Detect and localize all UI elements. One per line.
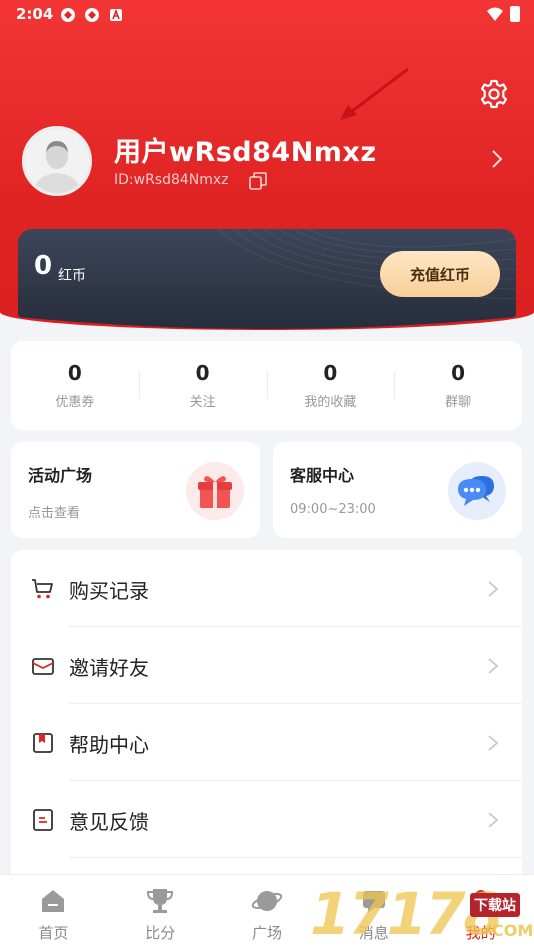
menu-label: 购买记录 <box>69 579 149 603</box>
stat-group-chats[interactable]: 0 群聊 <box>394 341 522 430</box>
watermark-suffix: COM <box>492 921 534 940</box>
promo-title: 活动广场 <box>28 466 93 485</box>
chevron-right-icon <box>488 581 499 597</box>
battery-icon <box>510 6 520 22</box>
tab-label: 比分 <box>145 924 176 942</box>
wallet-balance: 0 <box>34 251 53 281</box>
divider <box>69 857 522 858</box>
stat-label: 关注 <box>189 395 216 410</box>
wifi-icon <box>487 7 503 21</box>
settings-gear-icon[interactable] <box>478 78 510 110</box>
chevron-right-icon <box>488 735 499 751</box>
home-icon <box>42 890 65 912</box>
chat-bubble-icon <box>448 462 506 520</box>
chevron-right-icon <box>488 658 499 674</box>
avatar[interactable] <box>22 126 92 196</box>
menu-item-invite-friends[interactable]: 邀请好友 <box>11 627 522 704</box>
menu-item-purchase-history[interactable]: 购买记录 <box>11 550 522 627</box>
username[interactable]: 用户wRsd84Nmxz <box>114 130 377 169</box>
stat-label: 我的收藏 <box>304 395 357 410</box>
status-bar: 2:04 <box>0 0 534 30</box>
menu-label: 意见反馈 <box>69 810 149 834</box>
stat-value: 0 <box>67 361 82 385</box>
promo-subtitle: 点击查看 <box>28 506 81 521</box>
stat-label: 群聊 <box>445 395 472 410</box>
user-id: ID:wRsd84Nmxz <box>114 172 229 188</box>
app-notification-icon <box>85 8 99 22</box>
menu-item-help-center[interactable]: 帮助中心 <box>11 704 522 781</box>
annotation-arrow-icon <box>340 67 409 120</box>
customer-service-card[interactable]: 客服中心 09:00~23:00 <box>273 442 522 538</box>
tab-label: 首页 <box>38 924 69 942</box>
tab-plaza[interactable]: 广场 <box>214 875 321 950</box>
activity-plaza-card[interactable]: 活动广场 点击查看 <box>11 442 260 538</box>
chevron-right-icon <box>488 812 499 828</box>
stat-label: 优惠券 <box>55 395 95 410</box>
app-notification-icon <box>61 8 75 22</box>
watermark-tag: 下载站 <box>470 893 520 917</box>
bookmark-book-icon <box>33 733 53 753</box>
menu-list: 购买记录 邀请好友 帮助中心 意见反馈 <box>11 550 522 890</box>
wallet-unit: 红币 <box>58 268 86 284</box>
recharge-button[interactable]: 充值红币 <box>380 251 500 297</box>
font-notification-icon <box>110 8 122 21</box>
promo-title: 客服中心 <box>290 466 355 485</box>
tab-label: 广场 <box>251 924 282 942</box>
feedback-icon <box>33 809 53 831</box>
profile-chevron-right-icon[interactable] <box>486 148 508 170</box>
envelope-icon <box>32 658 54 675</box>
stat-value: 0 <box>323 361 338 385</box>
copy-icon[interactable] <box>247 170 269 192</box>
stat-following[interactable]: 0 关注 <box>138 341 267 430</box>
trophy-icon <box>147 889 174 913</box>
gift-icon <box>186 462 244 520</box>
menu-label: 帮助中心 <box>69 733 149 757</box>
wallet-card: 0 红币 充值红币 <box>18 229 516 329</box>
stat-value: 0 <box>451 361 466 385</box>
stats-card: 0 优惠券 0 关注 0 我的收藏 0 群聊 <box>11 341 522 430</box>
planet-icon <box>251 891 283 911</box>
default-avatar-icon <box>25 129 89 193</box>
tab-scores[interactable]: 比分 <box>107 875 214 950</box>
tab-home[interactable]: 首页 <box>0 875 107 950</box>
menu-item-feedback[interactable]: 意见反馈 <box>11 781 522 858</box>
menu-label: 邀请好友 <box>69 656 149 680</box>
stat-value: 0 <box>195 361 210 385</box>
status-time: 2:04 <box>16 5 54 23</box>
stat-favorites[interactable]: 0 我的收藏 <box>266 341 395 430</box>
cart-icon <box>32 579 53 599</box>
stat-coupons[interactable]: 0 优惠券 <box>11 341 139 430</box>
promo-subtitle: 09:00~23:00 <box>290 502 376 517</box>
